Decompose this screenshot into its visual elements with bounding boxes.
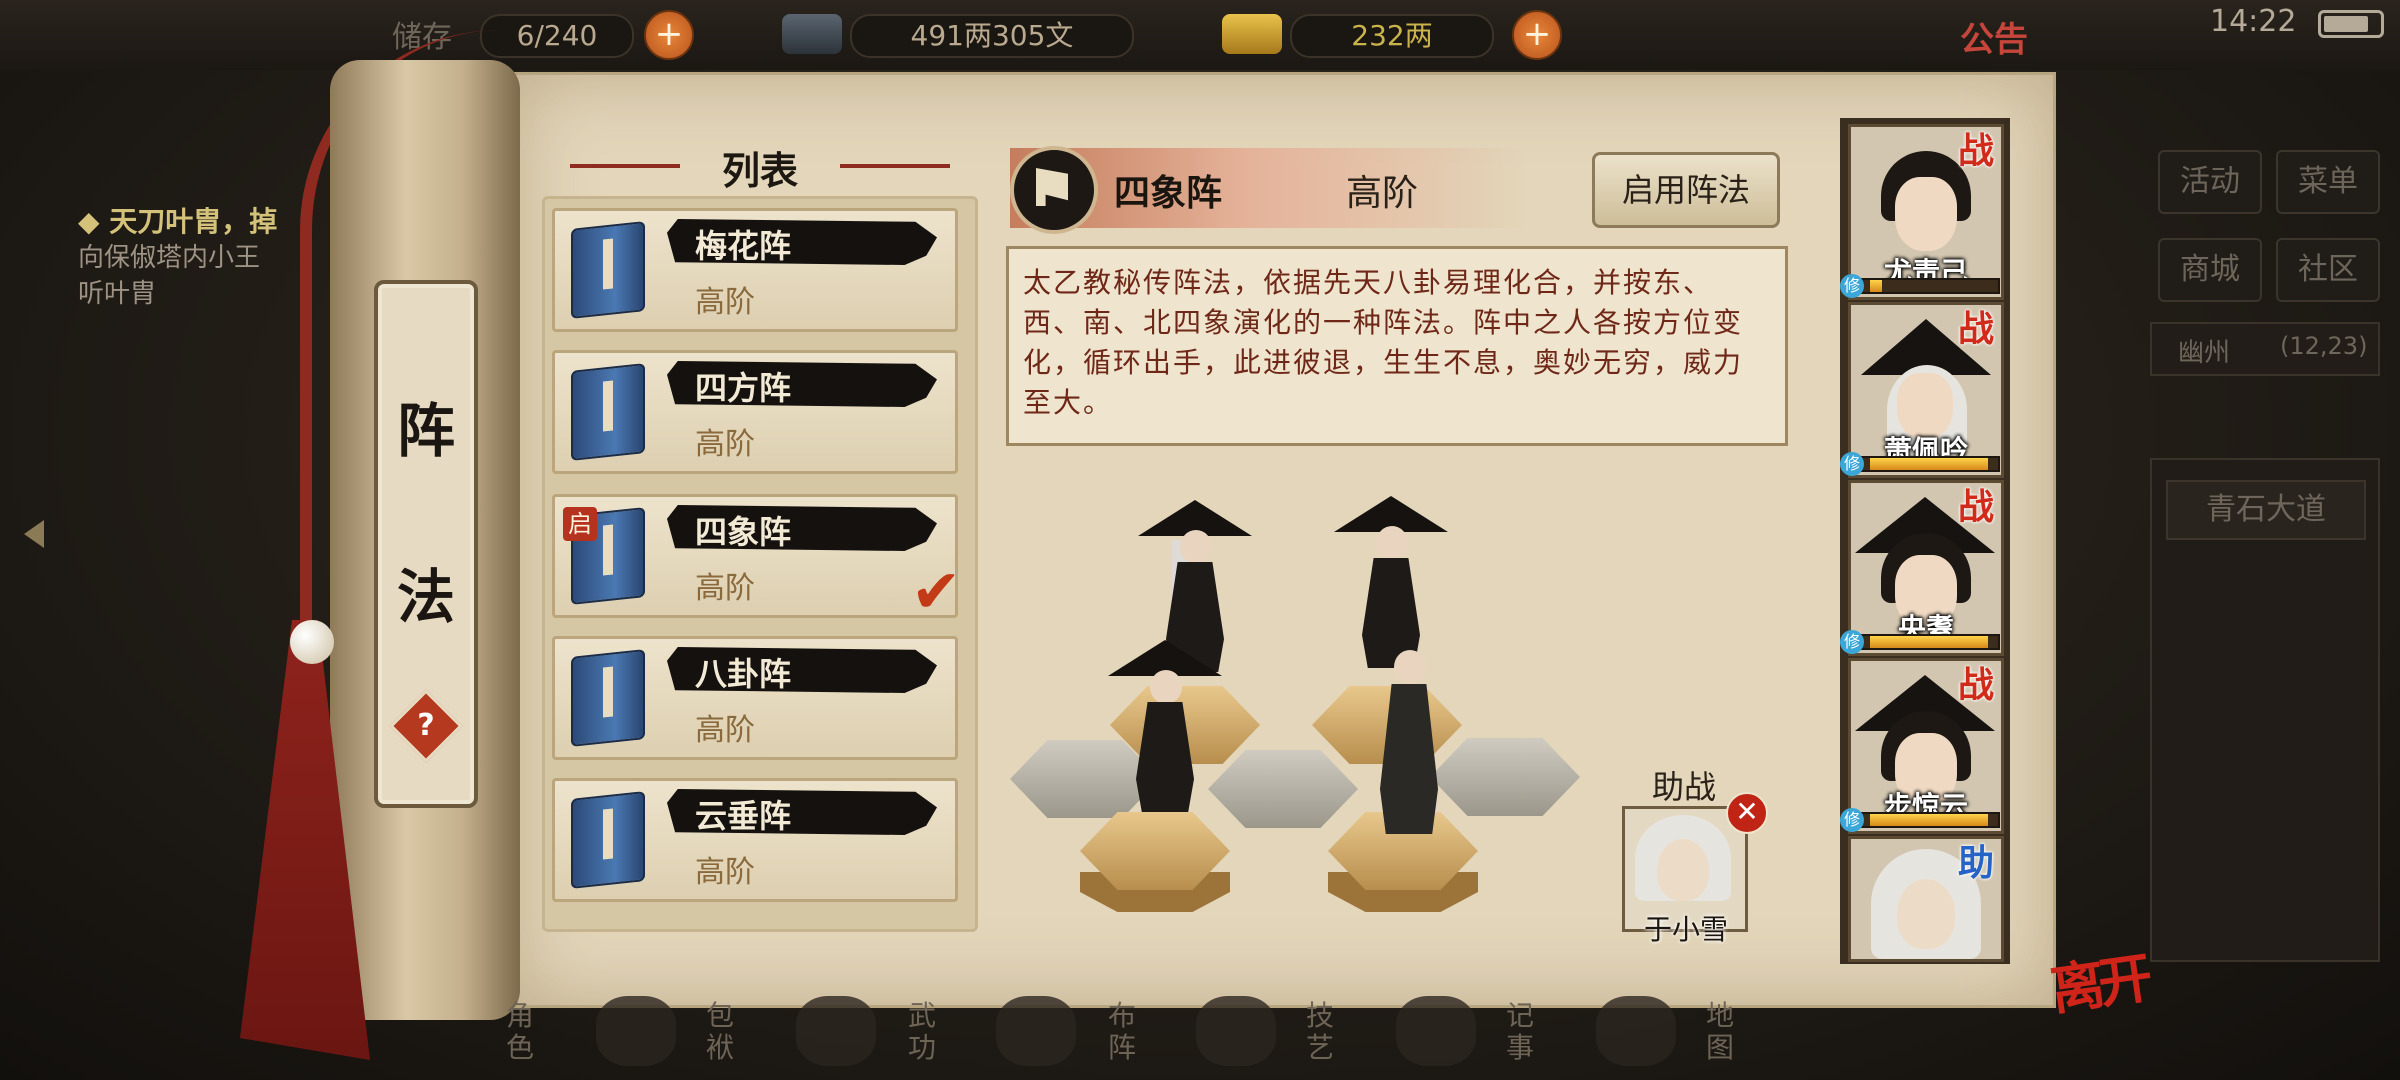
bag-icon[interactable] [596, 996, 676, 1066]
checkmark-icon: ✔ [911, 557, 962, 627]
location-name: 幽州 [2178, 338, 2231, 368]
location-coords: (12,23) [2280, 332, 2368, 360]
gold-ingot-icon [1222, 14, 1282, 54]
bagua-icon[interactable] [996, 996, 1076, 1066]
member-xp-bar [1850, 812, 2000, 828]
member-xp-bar [1850, 634, 2000, 650]
detail-name: 四象阵 [1114, 172, 1223, 214]
scroll-title-char1: 阵 [396, 397, 455, 465]
quest-tracker[interactable]: ◆ 天刀叶胄，掉 向保俶塔内小王 听叶胄 [78, 200, 338, 312]
member-figure[interactable] [1108, 640, 1222, 860]
list-item[interactable]: 梅花阵 高阶 [552, 208, 958, 332]
member-xp-bar [1850, 278, 2000, 294]
battle-badge: 战 [1958, 664, 1995, 706]
remove-assist-button[interactable]: ✕ [1726, 792, 1768, 834]
formation-name: 八卦阵 [695, 655, 792, 693]
menu-map[interactable]: 地图 [1700, 1000, 1740, 1064]
craft-icon[interactable] [1196, 996, 1276, 1066]
menu-formation[interactable]: 布阵 [1102, 1000, 1142, 1064]
menu-bag[interactable]: 包袱 [700, 1000, 740, 1064]
description-text: 太乙教秘传阵法，依据先天八卦易理化合，并按东、西、南、北四象演化的一种阵法。阵中… [1023, 266, 1744, 419]
journal-icon[interactable] [1396, 996, 1476, 1066]
assist-name: 于小雪 [1643, 913, 1728, 946]
quest-title: ◆ 天刀叶胄，掉 [78, 205, 278, 238]
formation-level: 高阶 [695, 855, 755, 890]
formation-level: 高阶 [695, 713, 755, 748]
assist-label: 助战 [1652, 768, 1717, 806]
shop-button[interactable]: 商城 [2158, 238, 2262, 302]
cultivate-icon: 修 [1840, 630, 1864, 654]
clock: 14:22 [2210, 4, 2297, 39]
notice-button[interactable]: 公告 [1960, 12, 2028, 61]
activity-button[interactable]: 活动 [2158, 150, 2262, 214]
list-item[interactable]: 八卦阵 高阶 [552, 636, 958, 760]
list-title: 列表 [570, 140, 950, 195]
book-icon [571, 363, 645, 461]
nearby-list: 青石大道 [2150, 458, 2380, 962]
gold-display: 232两 [1290, 14, 1494, 58]
money-display: 491两305文 [850, 14, 1134, 58]
list-item-selected[interactable]: 启 四象阵 高阶 ✔ [552, 494, 961, 627]
book-icon [571, 791, 645, 889]
gold-plus-button[interactable]: + [1512, 10, 1562, 60]
books-icon[interactable] [796, 996, 876, 1066]
bead-icon [290, 620, 334, 664]
cultivate-icon: 修 [1840, 452, 1864, 476]
list-item[interactable]: 四方阵 高阶 [552, 350, 958, 474]
menu-skills[interactable]: 技艺 [1300, 1000, 1340, 1064]
book-icon [571, 221, 645, 319]
menu-button[interactable]: 菜单 [2276, 150, 2380, 214]
cultivate-icon: 修 [1840, 274, 1864, 298]
formation-level: 高阶 [695, 285, 755, 320]
member-xp-bar [1850, 456, 2000, 472]
menu-role[interactable]: 角色 [500, 1000, 540, 1064]
member-face [1897, 879, 1955, 949]
member-face [1895, 177, 1957, 251]
enable-formation-button[interactable]: 启用阵法 [1592, 152, 1780, 228]
scroll-title-char2: 法 [396, 563, 455, 631]
silver-ingot-icon [782, 14, 842, 54]
active-badge: 启 [563, 507, 597, 541]
list-item[interactable]: 云垂阵 高阶 [552, 778, 958, 902]
cultivate-icon: 修 [1840, 808, 1864, 832]
battle-badge: 战 [1958, 308, 1995, 350]
location-bar: 幽州 (12,23) [2150, 322, 2380, 376]
assist-face [1657, 839, 1709, 901]
formation-name: 四象阵 [695, 513, 792, 551]
flag-icon [1010, 146, 1098, 234]
menu-journal[interactable]: 记事 [1500, 1000, 1540, 1064]
map-icon[interactable] [1596, 996, 1676, 1066]
formation-name: 四方阵 [695, 369, 792, 407]
formation-name: 梅花阵 [695, 227, 792, 265]
menu-martial[interactable]: 武功 [902, 1000, 942, 1064]
battle-badge: 战 [1958, 130, 1995, 172]
detail-level: 高阶 [1346, 173, 1419, 214]
bag-plus-button[interactable]: + [644, 10, 694, 60]
battle-badge: 战 [1958, 486, 1995, 528]
description-box: 太乙教秘传阵法，依据先天八卦易理化合，并按东、西、南、北四象演化的一种阵法。阵中… [1006, 246, 1788, 446]
formation-level: 高阶 [695, 427, 755, 462]
assist-badge: 助 [1958, 842, 1995, 884]
formation-name: 云垂阵 [695, 797, 792, 835]
place-item[interactable]: 青石大道 [2166, 480, 2366, 540]
formation-level: 高阶 [695, 571, 755, 606]
battery-icon [2318, 10, 2384, 38]
quest-desc-line2: 听叶胄 [78, 279, 157, 309]
collapse-arrow-icon[interactable] [24, 520, 44, 548]
community-button[interactable]: 社区 [2276, 238, 2380, 302]
quest-desc-line1: 向保俶塔内小王 [78, 243, 261, 273]
leave-button[interactable]: 离开 [2045, 934, 2151, 1026]
book-icon [571, 649, 645, 747]
member-figure[interactable] [1374, 648, 1444, 868]
help-icon: ? [417, 708, 435, 743]
